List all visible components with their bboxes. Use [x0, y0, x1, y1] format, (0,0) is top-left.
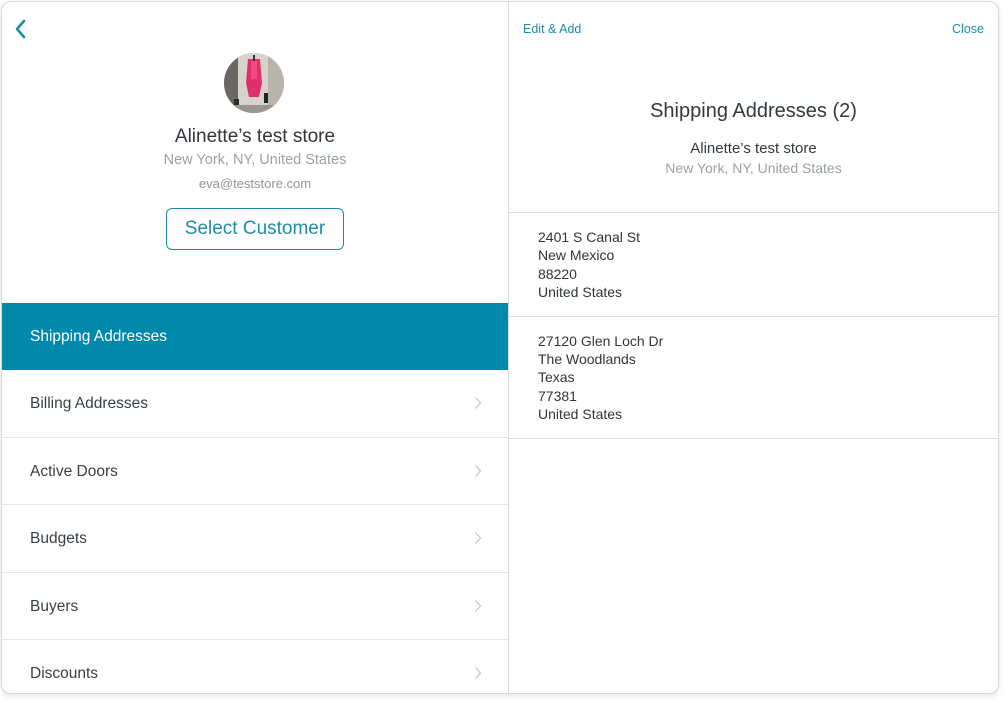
- shipping-addresses-panel: Edit & Add Close Shipping Addresses (2) …: [508, 2, 998, 693]
- menu-item-label: Billing Addresses: [30, 395, 149, 413]
- address-line: 77381: [538, 387, 577, 404]
- edit-add-button[interactable]: Edit & Add: [523, 22, 581, 36]
- address-line: United States: [538, 284, 623, 301]
- menu-item-budgets[interactable]: Budgets: [2, 505, 508, 573]
- chevron-right-icon: [475, 532, 482, 545]
- address-line: The Woodlands: [538, 351, 636, 368]
- select-customer-button[interactable]: Select Customer: [166, 208, 344, 250]
- app-window: Alinette’s test store New York, NY, Unit…: [1, 1, 999, 694]
- customer-panel: Alinette’s test store New York, NY, Unit…: [2, 2, 508, 693]
- panel-store-name: Alinette’s test store: [690, 140, 817, 157]
- address-line: New Mexico: [538, 247, 615, 264]
- menu-item-active-doors[interactable]: Active Doors: [2, 438, 508, 506]
- menu-item-label: Budgets: [30, 530, 87, 548]
- panel-title: Shipping Addresses (2): [650, 100, 857, 122]
- menu-item-label: Shipping Addresses: [30, 328, 168, 345]
- menu-item-label: Buyers: [30, 597, 79, 615]
- address-item[interactable]: 27120 Glen Loch Dr The Woodlands Texas 7…: [509, 317, 998, 439]
- store-email: eva@teststore.com: [198, 176, 312, 191]
- address-line: 27120 Glen Loch Dr: [538, 332, 664, 349]
- menu-item-shipping-addresses[interactable]: Shipping Addresses: [2, 303, 508, 371]
- menu-item-discounts[interactable]: Discounts: [2, 640, 508, 693]
- close-button[interactable]: Close: [952, 22, 984, 36]
- menu-item-label: Discounts: [30, 664, 99, 682]
- menu-item-buyers[interactable]: Buyers: [2, 573, 508, 640]
- address-line: Texas: [538, 369, 575, 386]
- panel-store-location: New York, NY, United States: [665, 160, 842, 176]
- address-item[interactable]: 2401 S Canal St New Mexico 88220 United …: [509, 213, 998, 317]
- customer-menu: Shipping Addresses Billing Addresses Act…: [2, 303, 508, 693]
- store-location: New York, NY, United States: [163, 152, 347, 168]
- chevron-right-icon: [475, 397, 482, 410]
- chevron-right-icon: [475, 599, 482, 612]
- store-name: Alinette’s test store: [174, 126, 336, 147]
- chevron-right-icon: [475, 464, 482, 477]
- chevron-left-icon: [15, 19, 26, 39]
- address-line: United States: [538, 406, 623, 423]
- chevron-right-icon: [475, 667, 482, 679]
- back-button[interactable]: [12, 16, 30, 42]
- address-line: 2401 S Canal St: [538, 229, 640, 245]
- address-list: 2401 S Canal St New Mexico 88220 United …: [509, 212, 998, 439]
- menu-item-billing-addresses[interactable]: Billing Addresses: [2, 370, 508, 438]
- menu-item-label: Active Doors: [30, 462, 118, 480]
- store-avatar: [224, 53, 284, 113]
- address-line: 88220: [538, 265, 577, 282]
